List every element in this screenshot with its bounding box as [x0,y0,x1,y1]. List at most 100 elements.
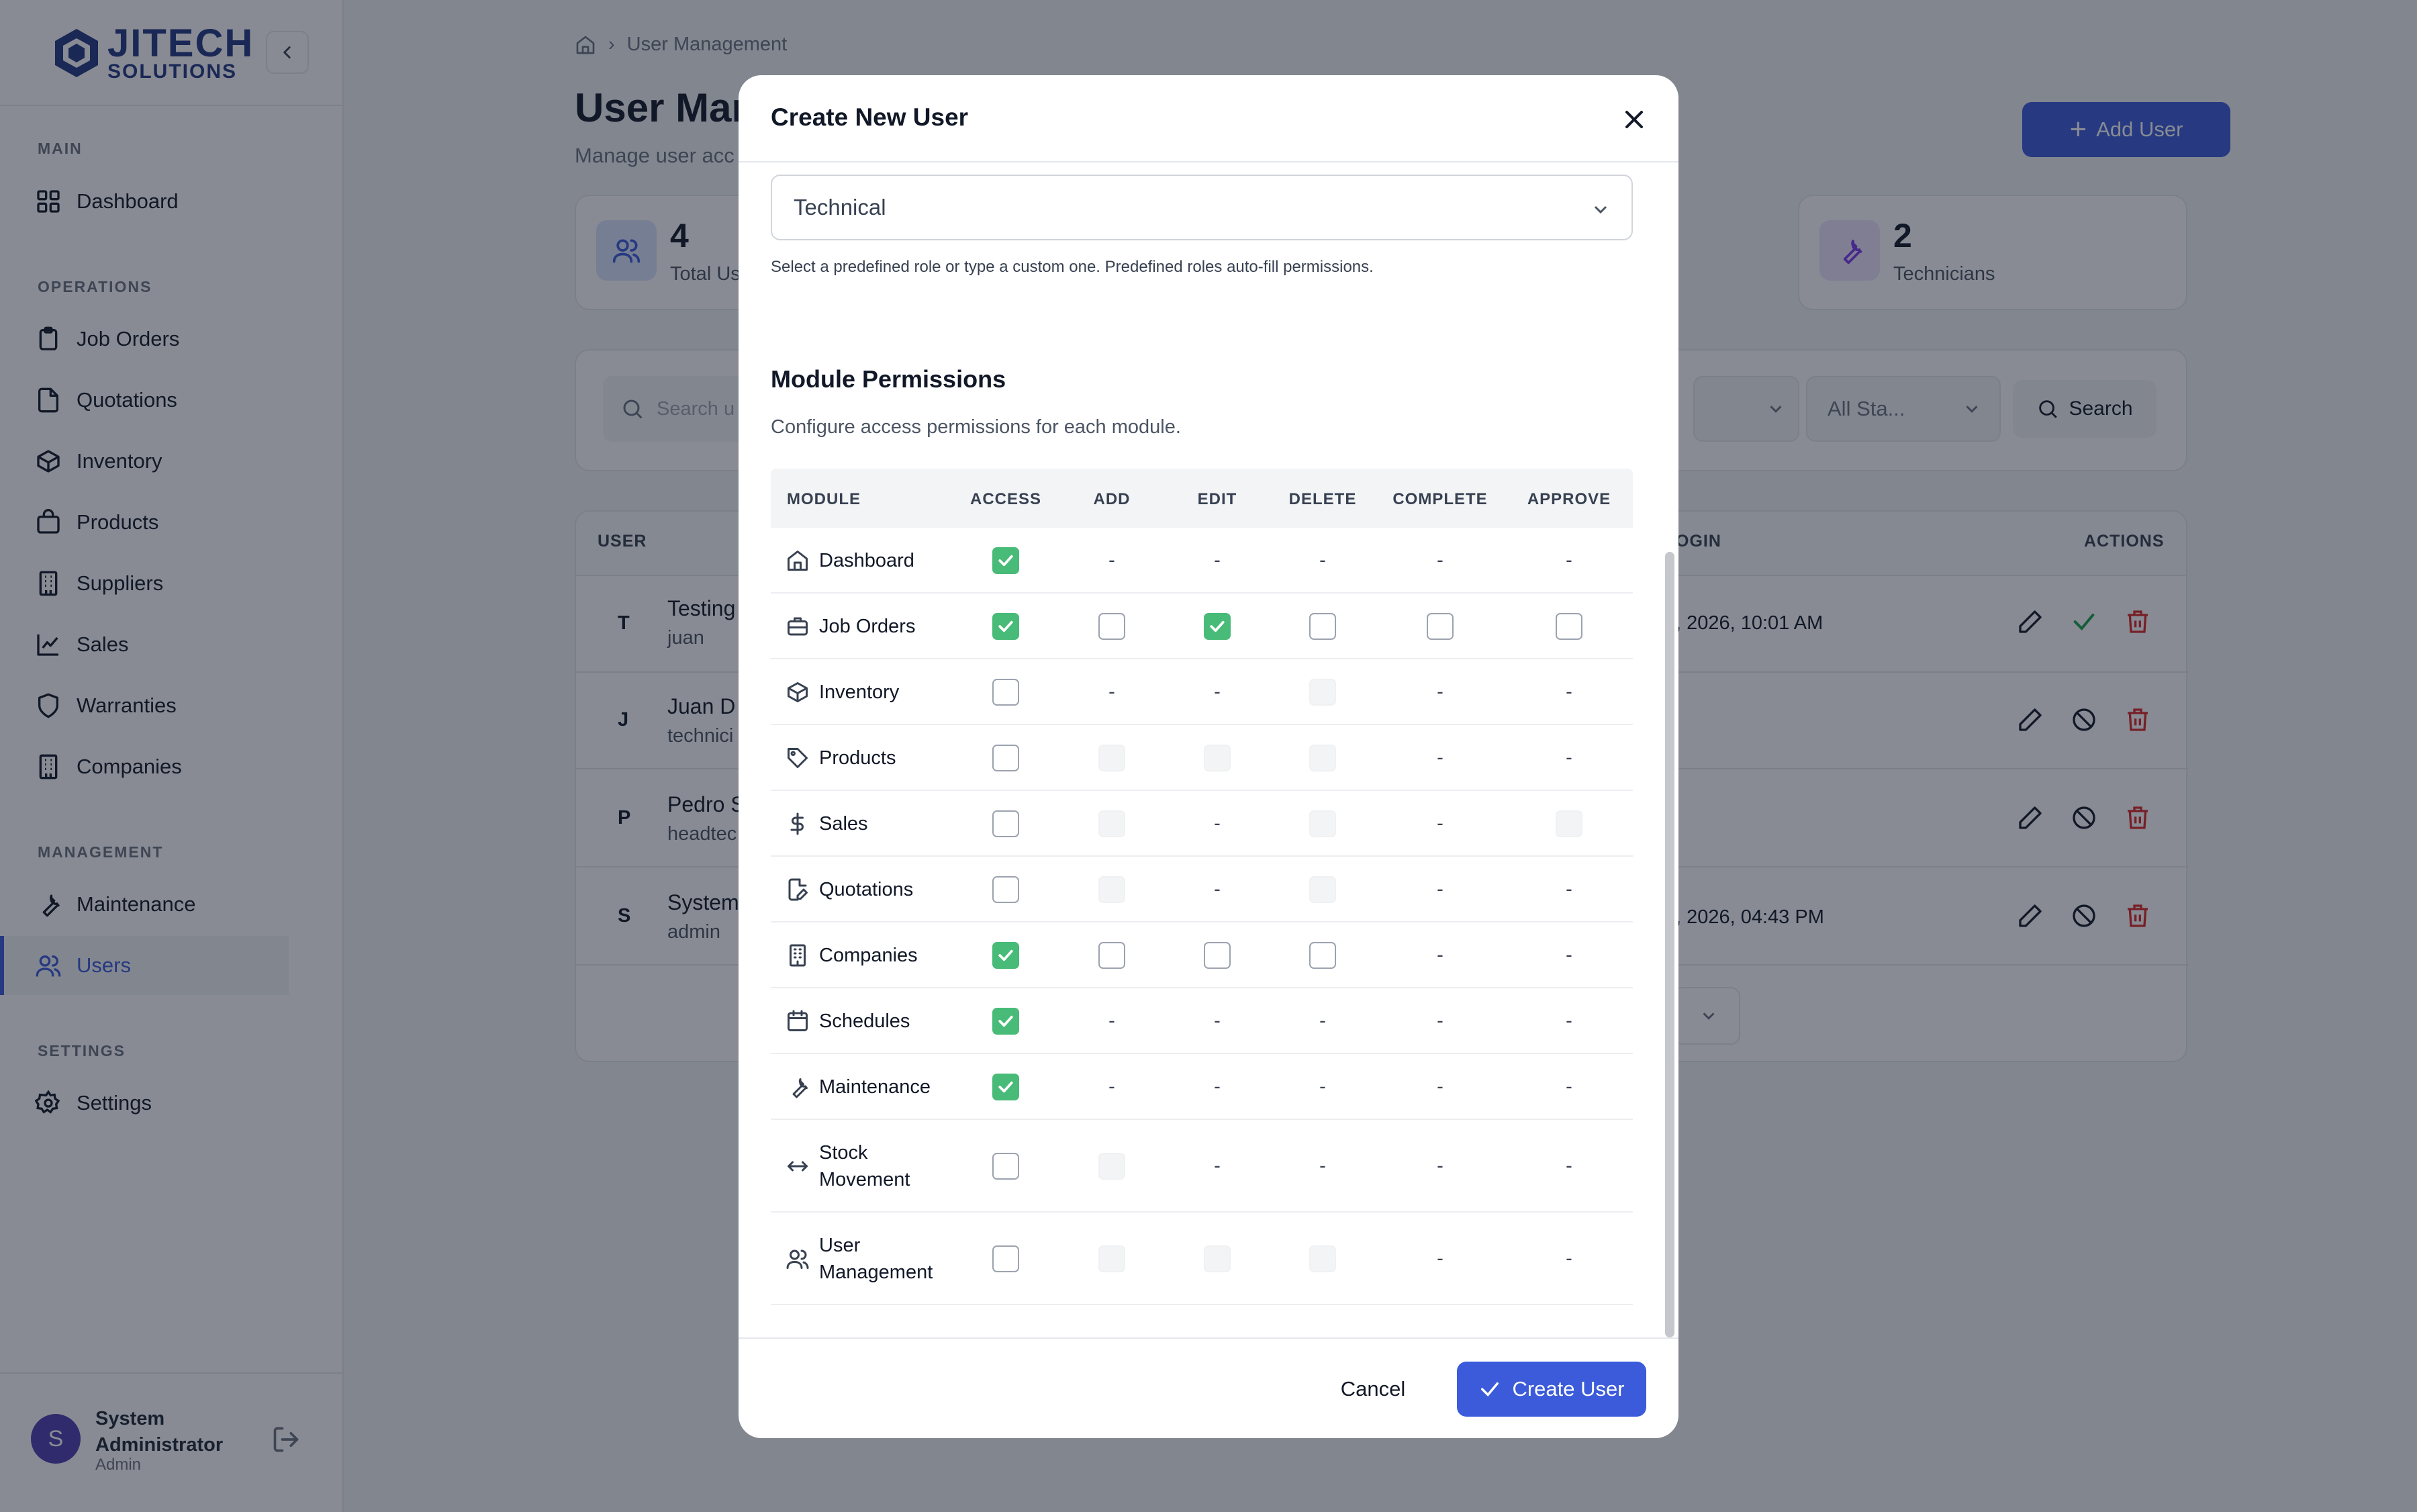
not-applicable-dash: - [1566,681,1572,703]
not-applicable-dash: - [1566,549,1572,571]
permission-checkbox-edit [1204,745,1231,771]
checkbox-unchecked [1098,613,1125,640]
role-help-text: Select a predefined role or type a custo… [771,258,1374,276]
not-applicable-dash: - [1214,1076,1221,1098]
module-name: User Management [819,1235,933,1283]
checkbox-unchecked [992,1245,1019,1272]
arrows-horizontal-icon [786,1154,810,1178]
not-applicable-dash: - [1214,812,1221,835]
module-cell: Schedules [786,988,910,1054]
calendar-icon [786,1009,810,1033]
permissions-subtitle: Configure access permissions for each mo… [771,416,1181,438]
chevron-down-icon [1594,205,1607,214]
permission-checkbox-add[interactable] [1098,942,1125,969]
checkbox-checked [992,547,1019,574]
permission-row: User Management - - [771,1213,1633,1305]
not-applicable-dash: - [1566,1155,1572,1177]
checkbox-unchecked [1098,942,1125,969]
module-name: Maintenance [819,1076,931,1098]
checkbox-unchecked [992,679,1019,706]
permission-row: Stock Movement - - - - [771,1120,1633,1213]
permission-row: Maintenance - - - - - [771,1054,1633,1120]
dollar-icon [786,812,810,836]
permission-row: Products - - [771,725,1633,791]
role-select[interactable]: Technical [771,175,1633,240]
not-applicable-dash: - [1566,1010,1572,1032]
permission-checkbox-access[interactable] [992,613,1019,640]
checkbox-unchecked [992,876,1019,903]
check-icon [998,620,1013,632]
not-applicable-dash: - [1437,1010,1443,1032]
module-name: Sales [819,813,868,835]
file-pen-icon [786,878,810,902]
module-cell: Dashboard [786,528,914,594]
check-icon [998,1081,1013,1093]
permission-checkbox-delete [1309,810,1336,837]
check-icon [1210,620,1225,632]
permission-checkbox-edit [1204,1245,1231,1272]
create-user-modal: Create New User Technical Select a prede… [739,75,1678,1438]
permission-checkbox-add [1098,1153,1125,1180]
permission-checkbox-edit[interactable] [1204,942,1231,969]
permission-checkbox-access[interactable] [992,1074,1019,1100]
not-applicable-dash: - [1437,681,1443,703]
create-user-button[interactable]: Create User [1457,1362,1646,1417]
checkbox-disabled [1309,810,1336,837]
checkbox-disabled [1098,745,1125,771]
module-cell: Job Orders [786,594,915,659]
module-cell: Maintenance [786,1054,931,1120]
not-applicable-dash: - [1566,944,1572,966]
module-name: Inventory [819,681,900,703]
permission-checkbox-access[interactable] [992,547,1019,574]
permission-checkbox-delete[interactable] [1309,613,1336,640]
checkbox-disabled [1204,745,1231,771]
permission-checkbox-complete[interactable] [1427,613,1454,640]
permission-checkbox-approve [1556,810,1582,837]
permission-checkbox-access[interactable] [992,810,1019,837]
permission-checkbox-add[interactable] [1098,613,1125,640]
not-applicable-dash: - [1319,1010,1326,1032]
modal-scrollbar[interactable] [1665,552,1674,1337]
cancel-button[interactable]: Cancel [1323,1362,1423,1417]
module-name: Quotations [819,879,914,900]
module-cell: Quotations [786,857,913,923]
not-applicable-dash: - [1319,1155,1326,1177]
checkbox-unchecked [1309,942,1336,969]
permission-checkbox-approve[interactable] [1556,613,1582,640]
permission-checkbox-access[interactable] [992,1245,1019,1272]
column-header-approve: APPROVE [1527,490,1611,508]
not-applicable-dash: - [1437,878,1443,900]
permission-checkbox-delete [1309,876,1336,903]
permission-checkbox-access[interactable] [992,1008,1019,1035]
permission-checkbox-access[interactable] [992,876,1019,903]
module-name: Companies [819,945,918,966]
permission-checkbox-access[interactable] [992,942,1019,969]
checkbox-checked [992,1074,1019,1100]
permission-checkbox-access[interactable] [992,745,1019,771]
module-cell: Stock Movement [786,1120,920,1213]
close-modal-button[interactable] [1619,105,1649,134]
modal-title: Create New User [771,103,969,131]
permission-checkbox-edit[interactable] [1204,613,1231,640]
permission-row: Companies - - [771,923,1633,988]
permission-checkbox-add [1098,810,1125,837]
checkbox-unchecked [992,745,1019,771]
permission-checkbox-add [1098,876,1125,903]
permissions-title: Module Permissions [771,365,1006,393]
checkbox-unchecked [1204,942,1231,969]
checkbox-disabled [1309,876,1336,903]
checkbox-disabled [1309,1245,1336,1272]
create-user-label: Create User [1512,1377,1625,1401]
module-cell: Sales [786,791,868,857]
module-cell: Products [786,725,896,791]
column-header-module: MODULE [787,490,861,508]
check-icon [1481,1382,1499,1397]
permission-checkbox-access[interactable] [992,679,1019,706]
permission-checkbox-access[interactable] [992,1153,1019,1180]
not-applicable-dash: - [1437,944,1443,966]
not-applicable-dash: - [1108,549,1115,571]
check-icon [998,949,1013,961]
permission-checkbox-delete[interactable] [1309,942,1336,969]
not-applicable-dash: - [1437,812,1443,835]
checkbox-unchecked [1556,613,1582,640]
